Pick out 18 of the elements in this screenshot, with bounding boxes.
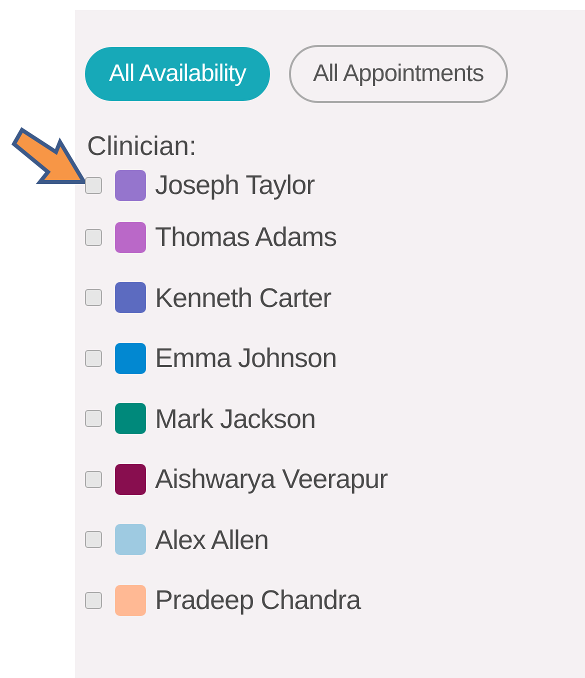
view-toggle-button[interactable]: All Appointments (288, 45, 508, 103)
checkbox[interactable] (85, 470, 102, 488)
checkbox[interactable] (85, 228, 102, 246)
checkbox[interactable] (85, 350, 102, 367)
clinician-name: Pradeep Chandra (155, 584, 361, 617)
clinician-name: Thomas Adams (155, 221, 337, 254)
clinician-name: Alex Allen (155, 524, 269, 556)
checkbox[interactable] (85, 410, 102, 428)
clinician-name: Kenneth Carter (155, 282, 332, 314)
clinician-name: Mark Jackson (155, 402, 316, 436)
checkbox[interactable] (85, 176, 102, 194)
clinician-name: Aishwarya Veerapur (155, 463, 388, 496)
clinician-name: Emma Johnson (155, 342, 337, 375)
filter-label: Clinician: (87, 130, 198, 163)
checkbox[interactable] (85, 531, 102, 548)
checkbox[interactable] (85, 289, 102, 306)
clinician-name: Joseph Taylor (155, 168, 315, 202)
checkbox[interactable] (85, 592, 102, 609)
